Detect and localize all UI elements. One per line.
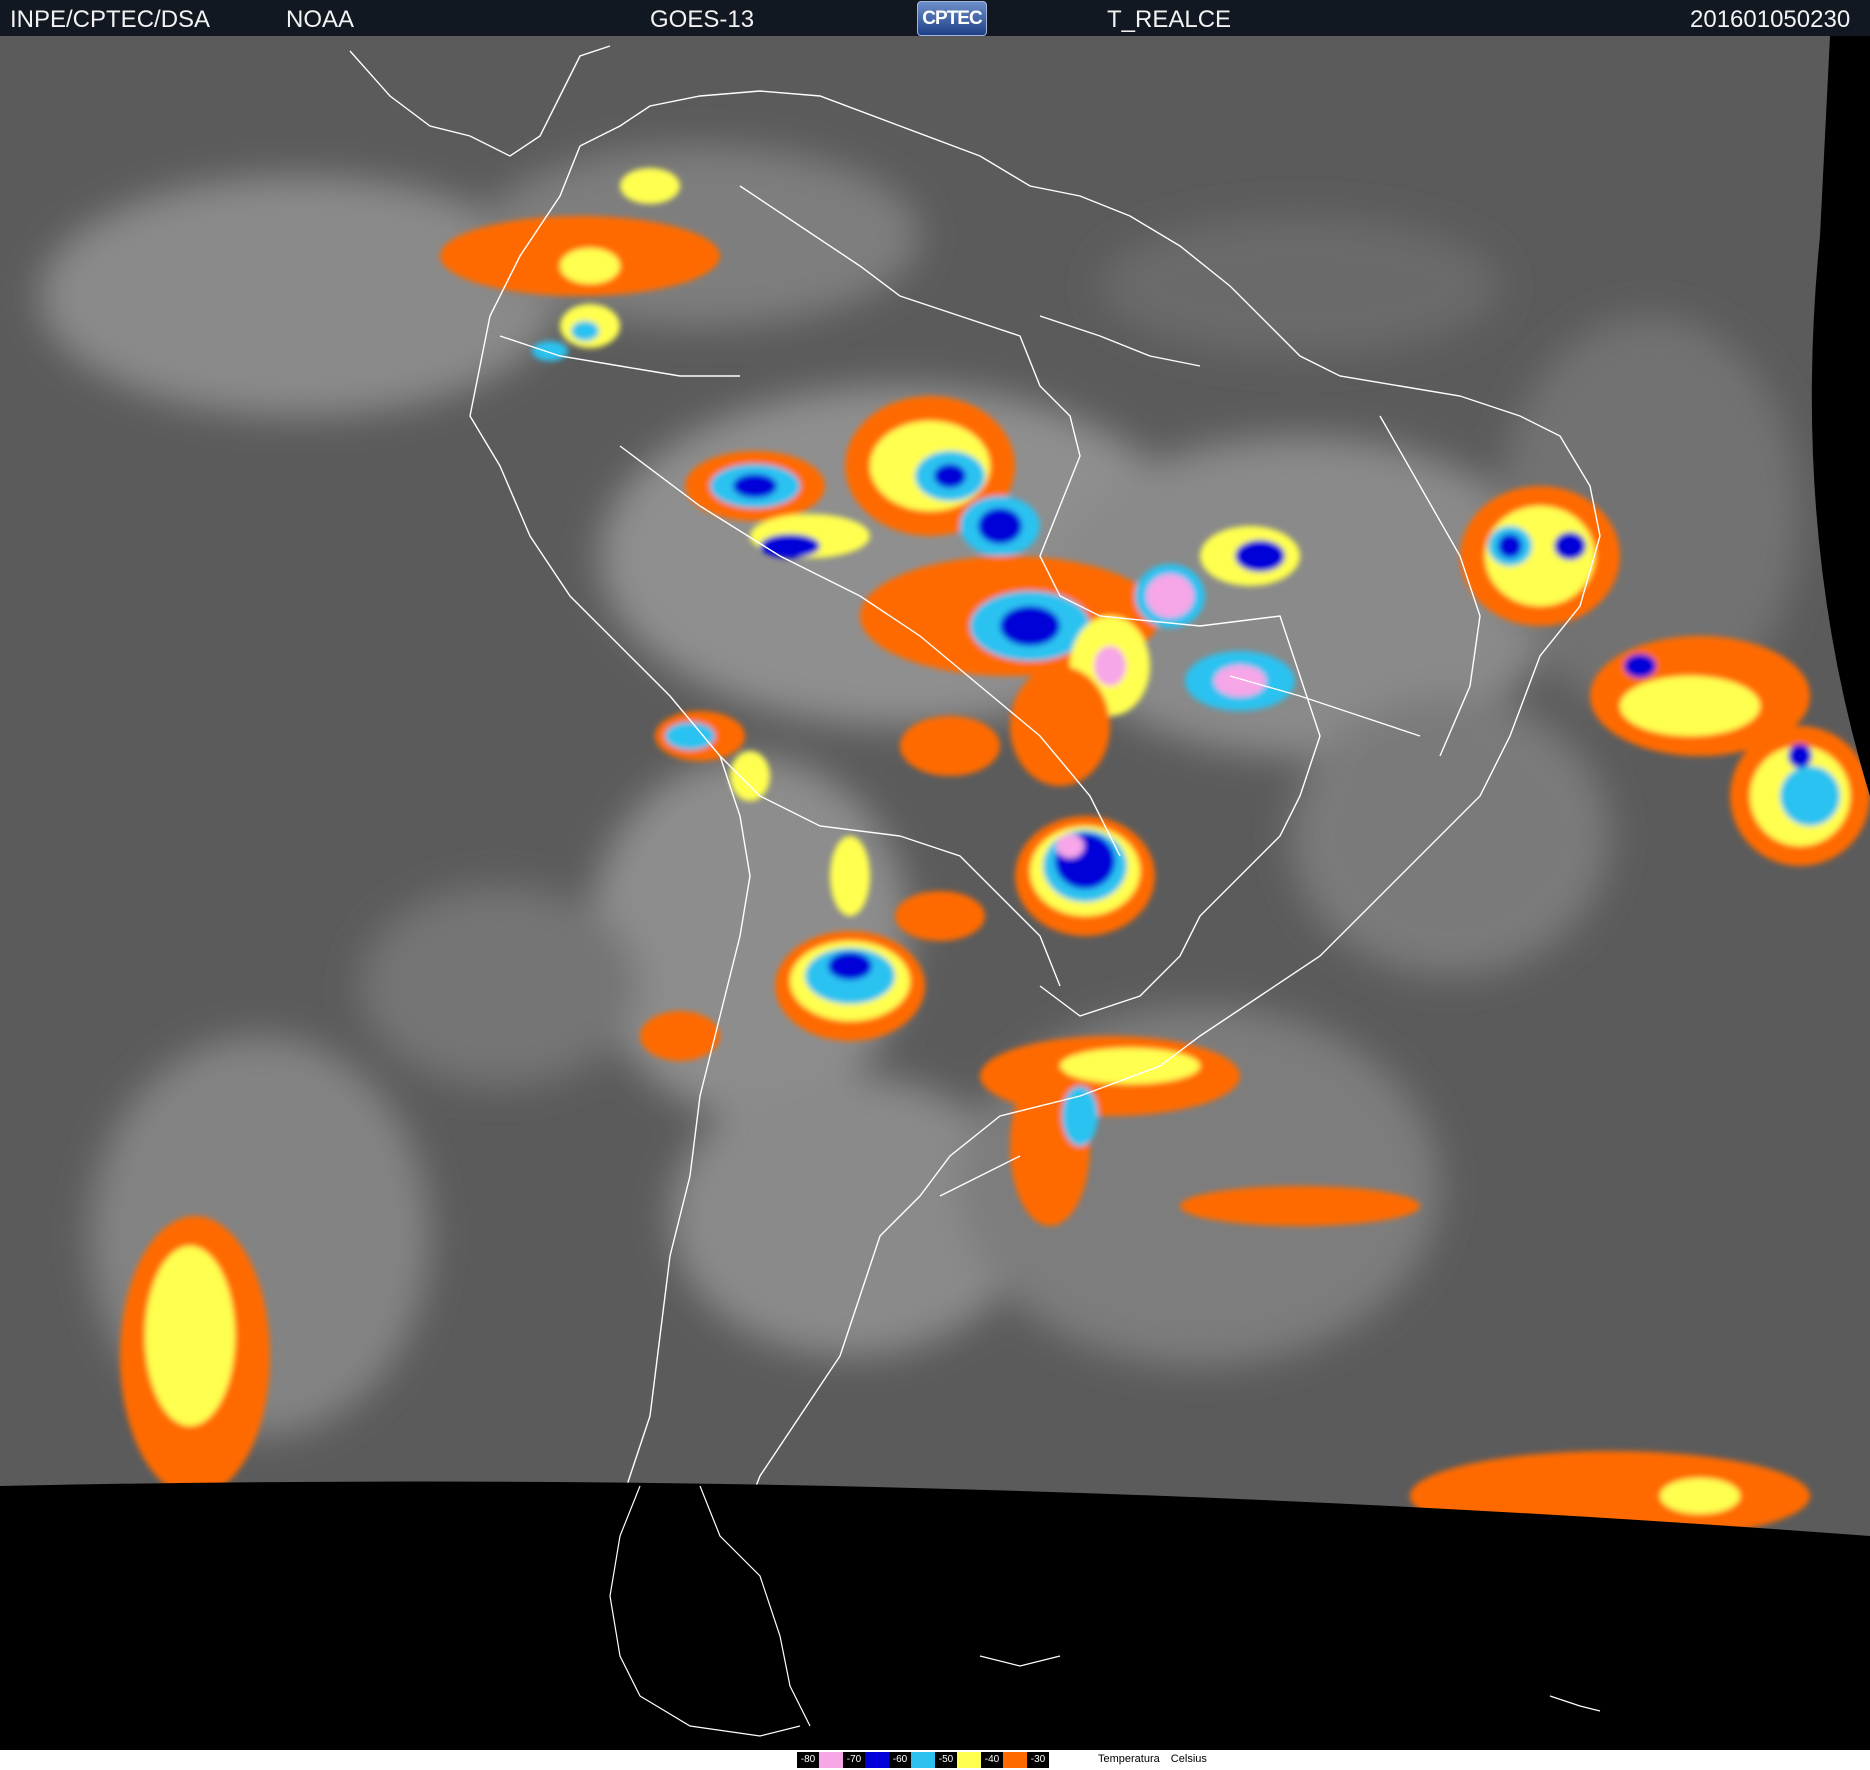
legend-item-label: -60 — [889, 1752, 911, 1768]
logo-text: CPTEC — [922, 7, 982, 29]
legend-item: -60 — [889, 1752, 935, 1768]
legend-color-swatch — [911, 1752, 935, 1768]
timestamp-label: 201601050230 — [1690, 6, 1851, 33]
temperature-legend: -80 -70 -60 -50 -40 -30 — [797, 1752, 1049, 1768]
satellite-image — [0, 36, 1870, 1750]
legend-item-label: -80 — [797, 1752, 819, 1768]
legend-bar: -80 -70 -60 -50 -40 -30 Temperatura Celsius — [0, 1750, 1870, 1770]
legend-item-label: -70 — [843, 1752, 865, 1768]
legend-item: -50 — [935, 1752, 981, 1768]
product-label: T_REALCE — [1107, 6, 1232, 33]
legend-color-swatch — [957, 1752, 981, 1768]
header-bar: INPE/CPTEC/DSA NOAA GOES-13 CPTEC T_REAL… — [0, 0, 1870, 36]
legend-caption: Temperatura Celsius — [1098, 1753, 1207, 1765]
legend-item-label: -30 — [1027, 1752, 1049, 1768]
satellite-label: GOES-13 — [650, 6, 755, 33]
agency-label: NOAA — [286, 6, 355, 33]
no-data-south — [0, 1481, 1870, 1750]
legend-item-label: -40 — [981, 1752, 1003, 1768]
legend-item-label: -50 — [935, 1752, 957, 1768]
legend-item: -40 — [981, 1752, 1027, 1768]
legend-item: -70 — [843, 1752, 889, 1768]
legend-color-swatch — [819, 1752, 843, 1768]
org-label: INPE/CPTEC/DSA — [10, 6, 211, 33]
legend-item: -80 — [797, 1752, 843, 1768]
legend-item: -30 — [1027, 1752, 1049, 1768]
legend-color-swatch — [865, 1752, 889, 1768]
legend-color-swatch — [1003, 1752, 1027, 1768]
cptec-logo: CPTEC — [917, 1, 987, 36]
